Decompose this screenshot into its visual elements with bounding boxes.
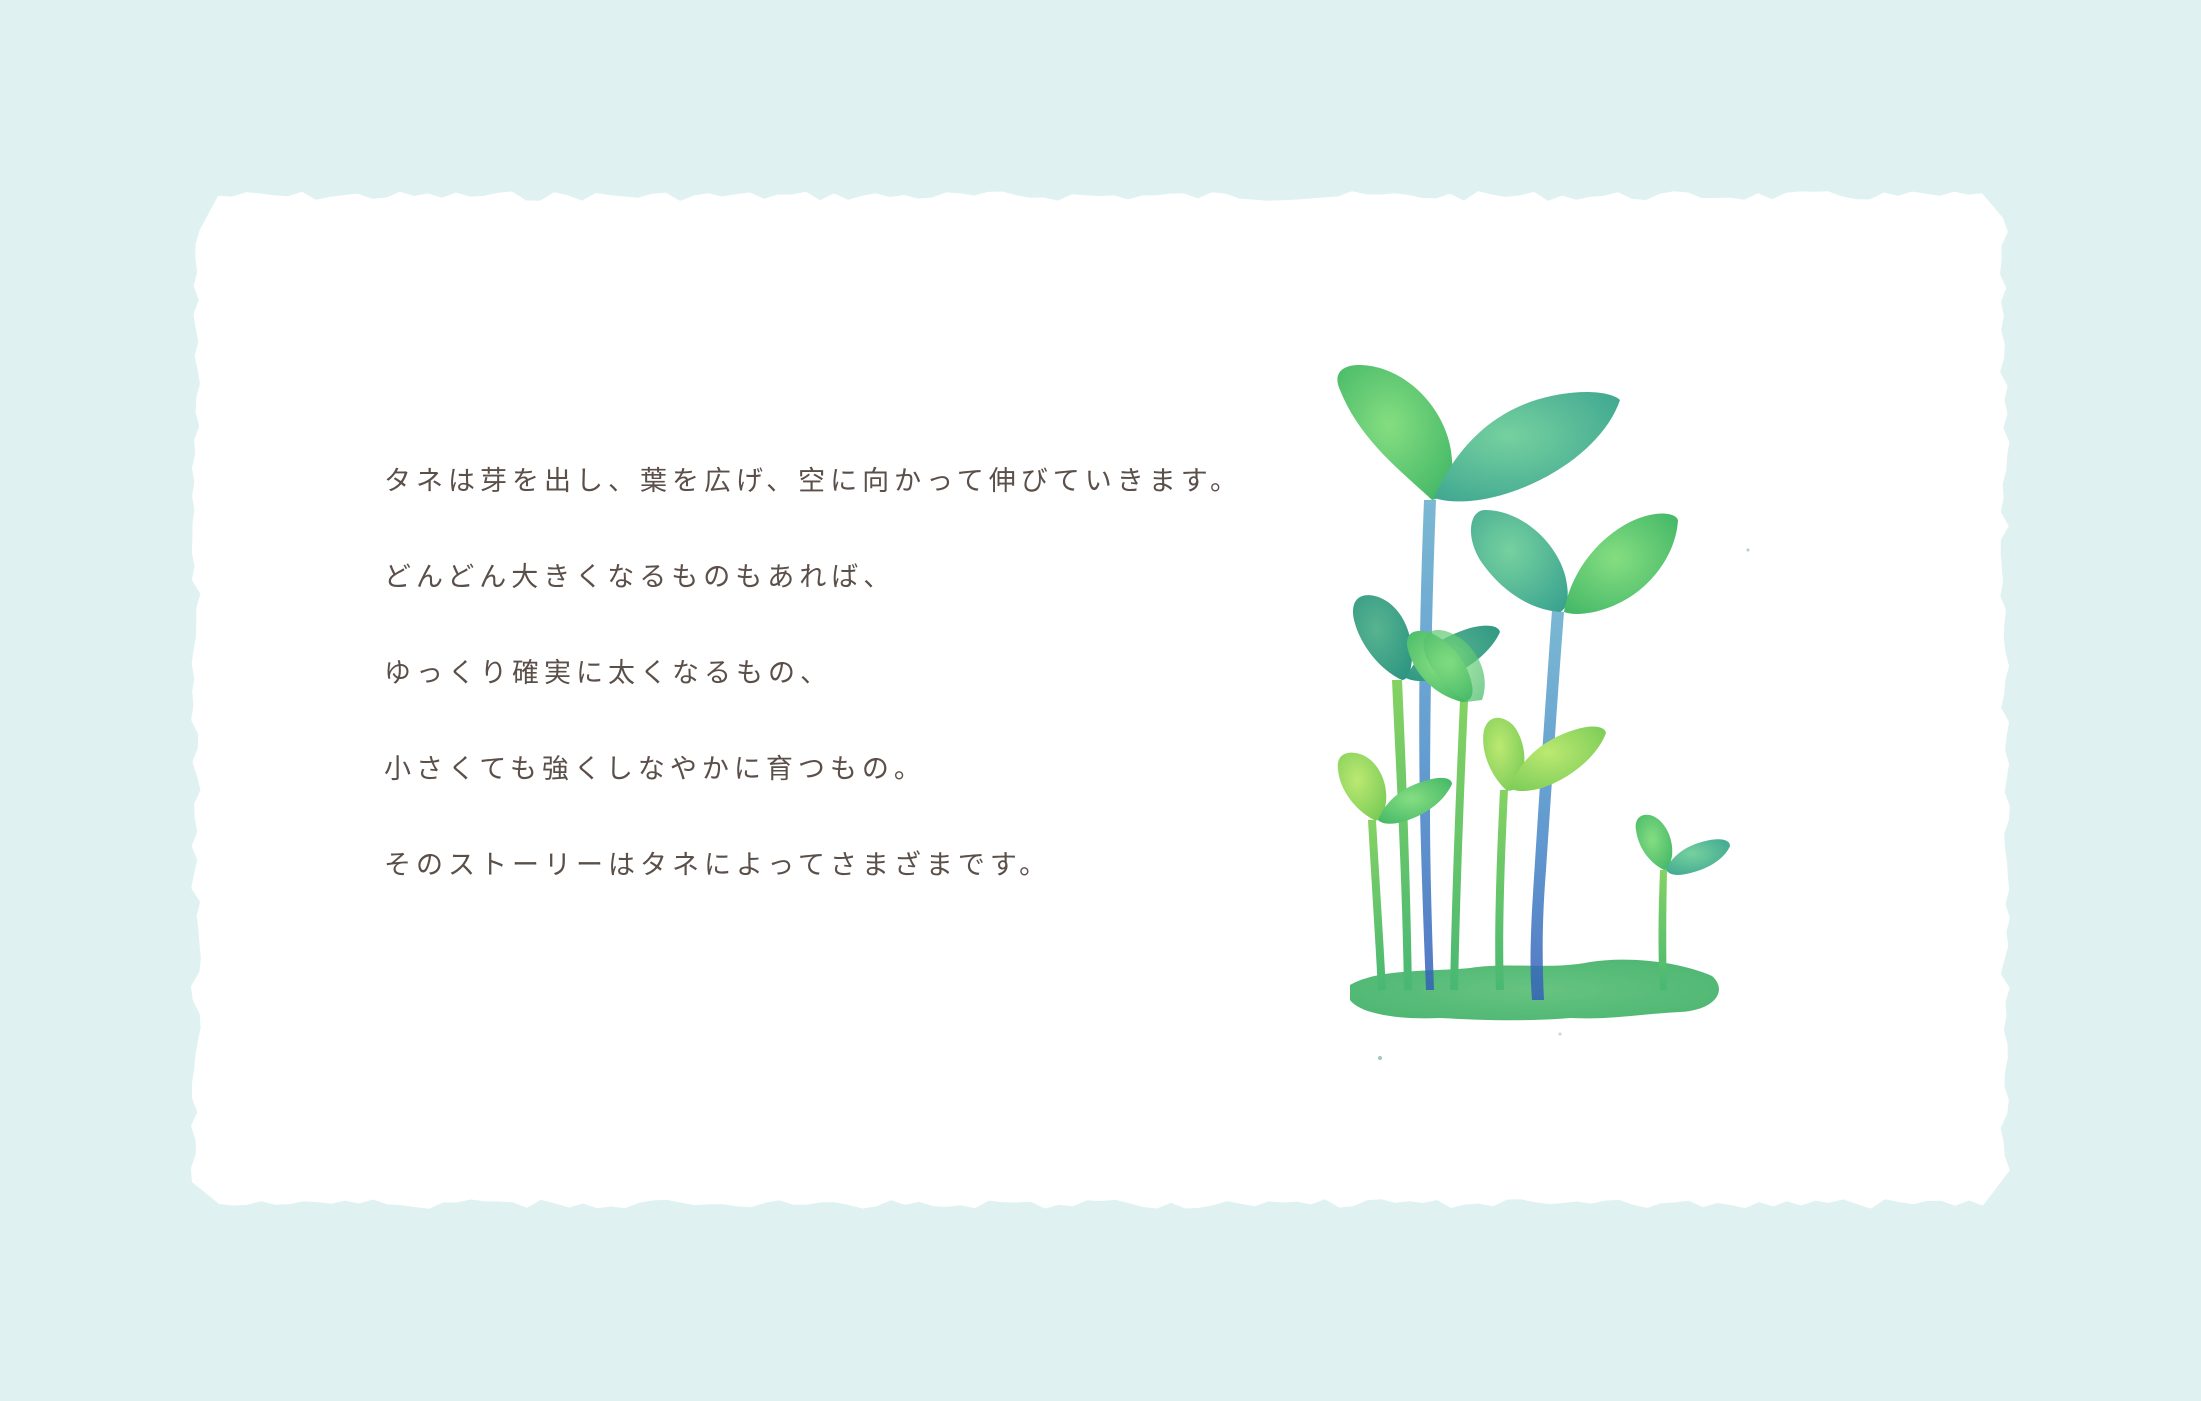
story-line-3: ゆっくり確実に太くなるもの、 — [384, 658, 832, 689]
leaf-small-right — [1378, 777, 1452, 824]
paint-speck — [1746, 548, 1750, 552]
leaf-right-left — [1470, 510, 1568, 612]
story-line-4: 小さくても強くしなやかに育つもの。 — [384, 754, 926, 785]
sprouts-illustration — [1337, 364, 1750, 1060]
story-line-5: そのストーリーはタネによってさまざまです。 — [384, 850, 1052, 881]
story-line-1: タネは芽を出し、葉を広げ、空に向かって伸びていきます。 — [384, 466, 1243, 497]
leaf-teal-left — [1352, 595, 1412, 680]
stem-green-1 — [1392, 680, 1412, 990]
stem-tall-right — [1530, 610, 1564, 1000]
stem-green-2 — [1450, 700, 1468, 990]
leaf-top-right — [1434, 392, 1620, 502]
paint-speck — [1378, 1056, 1382, 1060]
leaf-small-left — [1337, 752, 1387, 821]
leaf-right-right — [1564, 513, 1678, 614]
story-text: タネは芽を出し、葉を広げ、空に向かって伸びていきます。 どんどん大きくなるものも… — [384, 462, 1264, 942]
story-line-2: どんどん大きくなるものもあれば、 — [384, 562, 896, 593]
sprout-group — [1337, 364, 1750, 1060]
paint-speck — [1558, 1032, 1562, 1036]
leaf-top-left — [1337, 364, 1453, 500]
leaf-tiny-right — [1666, 839, 1730, 875]
stem-tall-left — [1419, 500, 1436, 990]
stem-green-3 — [1368, 820, 1386, 990]
stem-green-5 — [1658, 870, 1667, 990]
stem-green-4 — [1495, 790, 1508, 990]
leaf-tiny-left — [1635, 814, 1673, 870]
